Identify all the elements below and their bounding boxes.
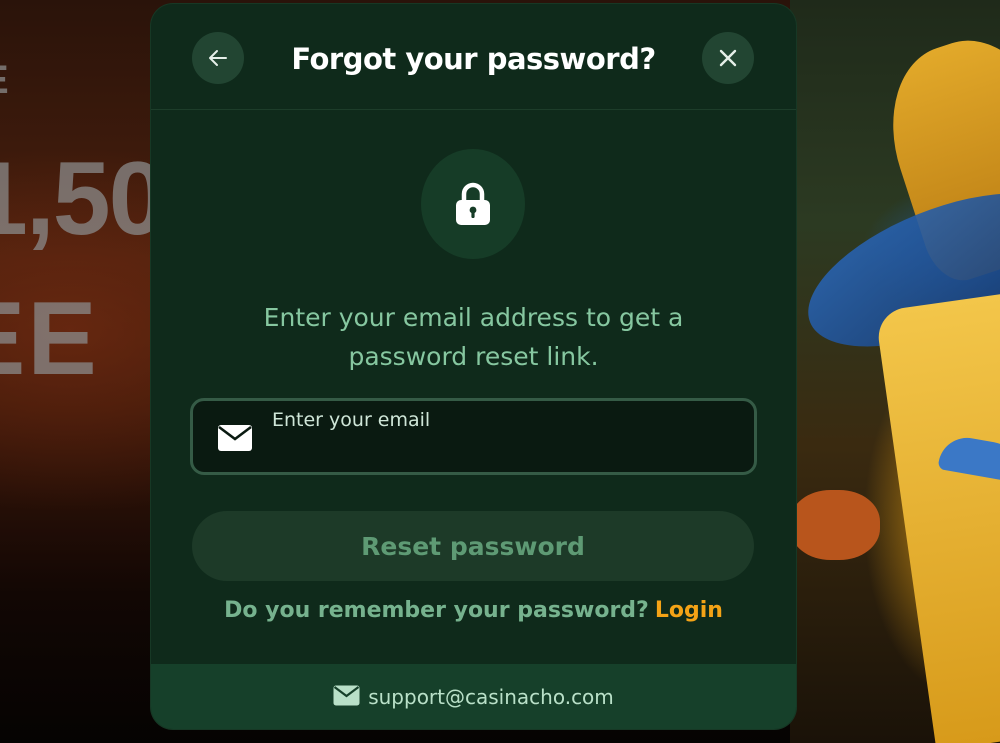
email-input[interactable]	[271, 405, 741, 469]
mail-icon	[333, 685, 360, 706]
modal-footer: support@casinacho.com	[151, 664, 796, 729]
promo-text-line: EE	[0, 281, 99, 397]
promo-text-line: E	[0, 58, 9, 103]
close-button[interactable]	[702, 32, 754, 84]
promo-text-line: 1,50	[0, 141, 166, 257]
support-email-link[interactable]: support@casinacho.com	[368, 685, 614, 709]
remember-password-text: Do you remember your password?	[224, 598, 649, 623]
lock-icon	[456, 182, 490, 225]
email-field[interactable]: Enter your email	[190, 398, 757, 475]
login-link[interactable]: Login	[655, 598, 723, 623]
remember-password-row: Do you remember your password? Login	[151, 598, 796, 623]
forgot-password-modal: Forgot your password? Enter your email a…	[151, 4, 796, 729]
mascot-hand-artwork	[790, 490, 880, 560]
lock-badge	[421, 149, 525, 259]
close-icon	[719, 49, 737, 67]
mail-icon	[217, 424, 253, 452]
reset-password-button[interactable]: Reset password	[192, 511, 754, 581]
instruction-text: Enter your email address to get a passwo…	[263, 303, 684, 371]
modal-title: Forgot your password?	[291, 42, 656, 76]
modal-header: Forgot your password?	[151, 4, 796, 110]
